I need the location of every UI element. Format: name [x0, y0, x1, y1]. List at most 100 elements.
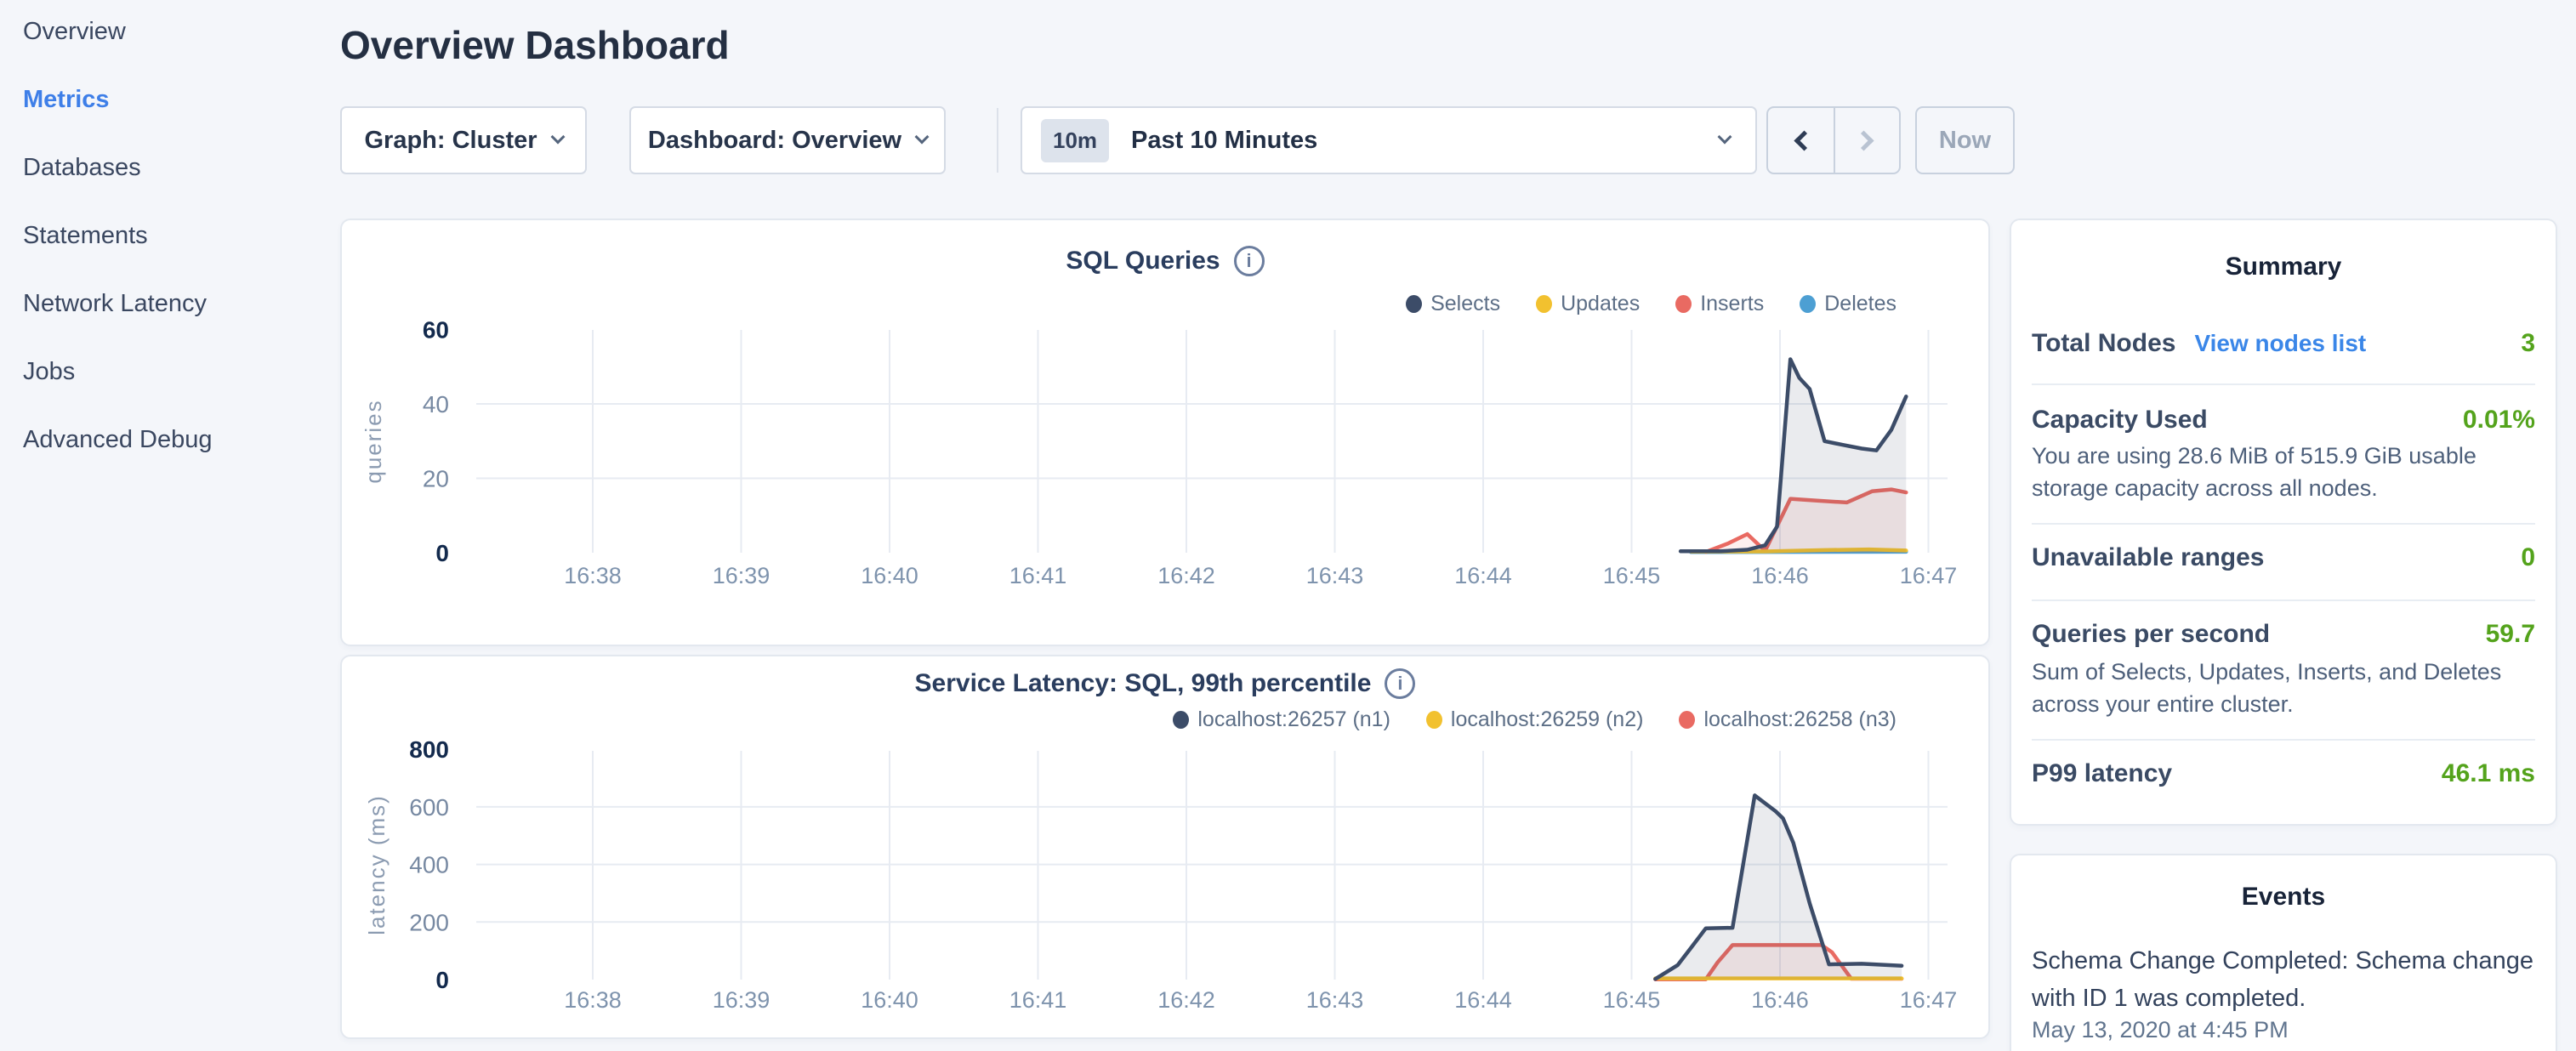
chart-title: SQL Queries: [1066, 247, 1220, 276]
controls-divider: [997, 108, 998, 173]
legend-item-deletes: Deletes: [1800, 292, 1896, 316]
svg-text:16:43: 16:43: [1306, 987, 1364, 1013]
updates-dot-icon: [1536, 295, 1552, 313]
events-panel: Events Schema Change Completed: Schema c…: [2010, 854, 2557, 1051]
legend-label: Deletes: [1824, 292, 1896, 316]
inserts-dot-icon: [1675, 295, 1692, 313]
chart-title: Service Latency: SQL, 99th percentile: [915, 669, 1372, 698]
divider: [2032, 383, 2535, 385]
queries-per-second-value: 59.7: [2486, 620, 2535, 649]
time-range-badge: 10m: [1041, 119, 1109, 162]
svg-text:600: 600: [409, 794, 449, 821]
sql-queries-title-row: SQL Queries i: [342, 246, 1988, 276]
sidebar-nav: Overview Metrics Databases Statements Ne…: [0, 0, 340, 474]
summary-row-total-nodes: Total Nodes View nodes list 3: [2032, 329, 2535, 358]
svg-text:16:44: 16:44: [1454, 563, 1512, 588]
legend-label: Inserts: [1700, 292, 1764, 316]
service-latency-legend: localhost:26257 (n1) localhost:26259 (n2…: [1173, 707, 1896, 732]
sidebar-item-overview[interactable]: Overview: [0, 0, 340, 65]
time-range-label: Past 10 Minutes: [1131, 127, 1720, 155]
svg-text:16:40: 16:40: [861, 563, 918, 588]
svg-text:16:45: 16:45: [1603, 563, 1661, 588]
summary-row-queries-per-second: Queries per second 59.7: [2032, 620, 2535, 649]
selects-dot-icon: [1406, 295, 1422, 313]
legend-label: localhost:26257 (n1): [1197, 707, 1390, 732]
sql-queries-card: 16:38 16:39 16:40 16:41 16:42 16:43 16:44 16:45…: [340, 219, 1990, 646]
graph-scope-dropdown[interactable]: Graph: Cluster: [340, 106, 587, 174]
sidebar-item-network-latency[interactable]: Network Latency: [0, 270, 340, 338]
svg-text:16:43: 16:43: [1306, 563, 1364, 588]
next-time-button[interactable]: [1834, 108, 1899, 173]
sidebar-item-metrics[interactable]: Metrics: [0, 65, 340, 134]
legend-label: Updates: [1561, 292, 1640, 316]
legend-item-n1: localhost:26257 (n1): [1173, 707, 1390, 732]
summary-label: Total Nodes: [2032, 329, 2175, 358]
dashboard-label: Dashboard: Overview: [648, 127, 901, 155]
info-icon[interactable]: i: [1234, 246, 1265, 276]
capacity-used-description: You are using 28.6 MiB of 515.9 GiB usab…: [2032, 440, 2535, 504]
legend-item-selects: Selects: [1406, 292, 1500, 316]
svg-text:40: 40: [423, 391, 449, 418]
previous-time-button[interactable]: [1768, 108, 1834, 173]
svg-text:16:41: 16:41: [1009, 987, 1067, 1013]
svg-text:16:42: 16:42: [1157, 563, 1215, 588]
n3-dot-icon: [1679, 711, 1695, 729]
svg-text:16:38: 16:38: [564, 987, 622, 1013]
divider: [2032, 523, 2535, 525]
svg-text:16:46: 16:46: [1751, 987, 1809, 1013]
svg-text:16:38: 16:38: [564, 563, 622, 588]
chevron-right-icon: [1853, 130, 1874, 151]
chevron-left-icon: [1794, 130, 1814, 151]
unavailable-ranges-value: 0: [2521, 543, 2535, 572]
graph-scope-label: Graph: Cluster: [364, 127, 537, 155]
sidebar-item-databases[interactable]: Databases: [0, 134, 340, 202]
sql-queries-legend: Selects Updates Inserts Deletes: [1406, 292, 1896, 316]
svg-text:16:47: 16:47: [1900, 987, 1958, 1013]
svg-text:200: 200: [409, 909, 449, 935]
time-range-select[interactable]: 10m Past 10 Minutes: [1021, 106, 1757, 174]
summary-title: Summary: [2011, 253, 2556, 281]
now-button[interactable]: Now: [1915, 106, 2015, 174]
svg-text:0: 0: [435, 540, 449, 566]
view-nodes-list-link[interactable]: View nodes list: [2194, 330, 2366, 357]
svg-text:20: 20: [423, 466, 449, 492]
svg-text:16:39: 16:39: [713, 563, 771, 588]
legend-label: Selects: [1430, 292, 1500, 316]
divider: [2032, 739, 2535, 741]
service-latency-card: 16:38 16:39 16:40 16:41 16:42 16:43 16:44 16:45…: [340, 655, 1990, 1039]
sidebar-item-advanced-debug[interactable]: Advanced Debug: [0, 406, 340, 474]
n1-dot-icon: [1173, 711, 1189, 729]
legend-item-n3: localhost:26258 (n3): [1679, 707, 1896, 732]
summary-label: Capacity Used: [2032, 406, 2208, 435]
svg-text:16:40: 16:40: [861, 987, 918, 1013]
dashboard-dropdown[interactable]: Dashboard: Overview: [629, 106, 946, 174]
capacity-used-value: 0.01%: [2463, 406, 2535, 435]
svg-text:0: 0: [435, 967, 449, 993]
svg-text:16:45: 16:45: [1603, 987, 1661, 1013]
service-latency-title-row: Service Latency: SQL, 99th percentile i: [342, 668, 1988, 699]
svg-text:16:42: 16:42: [1157, 987, 1215, 1013]
svg-text:16:44: 16:44: [1454, 987, 1512, 1013]
total-nodes-value: 3: [2521, 329, 2535, 358]
summary-row-p99-latency: P99 latency 46.1 ms: [2032, 759, 2535, 788]
divider: [2032, 599, 2535, 601]
page-title: Overview Dashboard: [340, 22, 730, 68]
event-message: Schema Change Completed: Schema change w…: [2032, 942, 2535, 1017]
info-icon[interactable]: i: [1385, 668, 1415, 699]
svg-text:16:41: 16:41: [1009, 563, 1067, 588]
svg-text:400: 400: [409, 852, 449, 878]
svg-text:latency (ms): latency (ms): [364, 794, 390, 935]
svg-text:16:39: 16:39: [713, 987, 771, 1013]
chevron-down-icon: [550, 130, 565, 145]
svg-text:16:47: 16:47: [1900, 563, 1958, 588]
time-step-button-group: [1766, 106, 1901, 174]
svg-text:16:46: 16:46: [1751, 563, 1809, 588]
legend-item-inserts: Inserts: [1675, 292, 1764, 316]
sidebar-item-jobs[interactable]: Jobs: [0, 338, 340, 406]
summary-row-unavailable-ranges: Unavailable ranges 0: [2032, 543, 2535, 572]
summary-label: P99 latency: [2032, 759, 2172, 788]
sidebar: Overview Metrics Databases Statements Ne…: [0, 0, 340, 1051]
sidebar-item-statements[interactable]: Statements: [0, 202, 340, 270]
legend-item-n2: localhost:26259 (n2): [1426, 707, 1644, 732]
summary-label: Unavailable ranges: [2032, 543, 2264, 572]
